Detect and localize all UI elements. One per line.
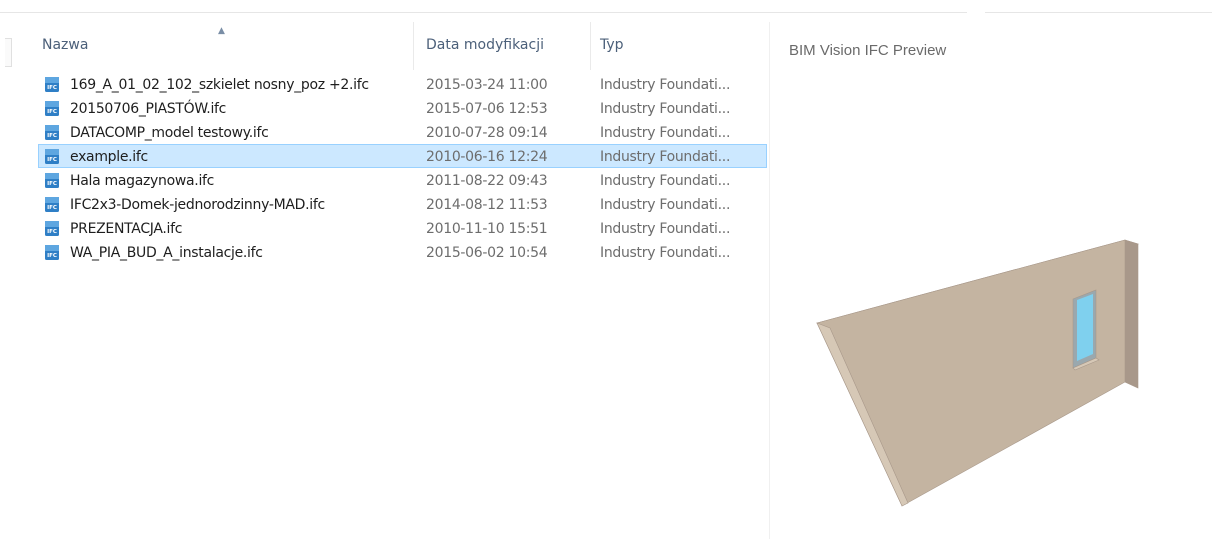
file-type: Industry Foundati... [600, 197, 731, 213]
column-header-type[interactable]: Typ [600, 22, 760, 70]
file-date-modified: 2010-06-16 12:24 [426, 149, 548, 165]
wall-3d-preview [816, 239, 1140, 507]
file-name: PREZENTACJA.ifc [70, 221, 183, 237]
file-type: Industry Foundati... [600, 125, 731, 141]
ifc-file-icon: IFC [45, 245, 59, 260]
column-header-date-modified[interactable]: Data modyfikacji [426, 22, 586, 70]
file-row[interactable]: IFC Hala magazynowa.ifc 2011-08-22 09:43 In… [38, 168, 767, 192]
ifc-file-icon: IFC [45, 197, 59, 212]
file-type: Industry Foundati... [600, 173, 731, 189]
window-glass [1077, 294, 1093, 361]
svg-text:IFC: IFC [47, 85, 57, 91]
ifc-file-icon: IFC [45, 125, 59, 140]
svg-text:IFC: IFC [47, 253, 57, 259]
file-type: Industry Foundati... [600, 245, 731, 261]
ifc-file-icon: IFC [45, 173, 59, 188]
file-name: IFC2x3-Domek-jednorodzinny-MAD.ifc [70, 197, 325, 213]
file-name: 20150706_PIASTÓW.ifc [70, 101, 227, 117]
wall-front-face [816, 239, 1126, 507]
svg-text:IFC: IFC [47, 205, 57, 211]
column-divider[interactable] [590, 22, 591, 70]
file-date-modified: 2015-07-06 12:53 [426, 101, 548, 117]
column-header-row: ▲ Nazwa Data modyfikacji Typ [38, 22, 769, 70]
file-date-modified: 2010-11-10 15:51 [426, 221, 548, 237]
file-date-modified: 2011-08-22 09:43 [426, 173, 548, 189]
search-box-edge [985, 12, 1212, 13]
svg-text:IFC: IFC [47, 133, 57, 139]
file-type: Industry Foundati... [600, 221, 731, 237]
preview-pane-divider[interactable] [769, 22, 770, 539]
file-name: 169_A_01_02_102_szkielet nosny_poz +2.if… [70, 77, 369, 93]
file-row[interactable]: IFC IFC2x3-Domek-jednorodzinny-MAD.ifc 201… [38, 192, 767, 216]
ifc-file-icon: IFC [45, 77, 59, 92]
ifc-file-icon: IFC [45, 149, 59, 164]
file-date-modified: 2015-03-24 11:00 [426, 77, 548, 93]
ifc-file-icon: IFC [45, 221, 59, 236]
file-date-modified: 2014-08-12 11:53 [426, 197, 548, 213]
file-list-view: ▲ Nazwa Data modyfikacji Typ IFC 169_A_01… [38, 22, 769, 539]
column-header-name[interactable]: Nazwa [42, 22, 412, 70]
file-date-modified: 2010-07-28 09:14 [426, 125, 548, 141]
file-date-modified: 2015-06-02 10:54 [426, 245, 548, 261]
file-row[interactable]: IFC example.ifc 2010-06-16 12:24 Industry F… [38, 144, 767, 168]
file-explorer-window: ▲ Nazwa Data modyfikacji Typ IFC 169_A_01… [0, 0, 1212, 539]
file-type: Industry Foundati... [600, 77, 731, 93]
svg-text:IFC: IFC [47, 181, 57, 187]
file-rows: IFC 169_A_01_02_102_szkielet nosny_poz +2… [38, 72, 769, 264]
preview-title: BIM Vision IFC Preview [789, 42, 947, 59]
file-row[interactable]: IFC 169_A_01_02_102_szkielet nosny_poz +2… [38, 72, 767, 96]
column-divider[interactable] [413, 22, 414, 70]
wall-side-face [1124, 239, 1139, 389]
svg-text:IFC: IFC [47, 229, 57, 235]
file-name: WA_PIA_BUD_A_instalacje.ifc [70, 245, 263, 261]
navigation-pane-edge[interactable] [5, 38, 12, 67]
ifc-file-icon: IFC [45, 101, 59, 116]
file-row[interactable]: IFC WA_PIA_BUD_A_instalacje.ifc 2015-06-02… [38, 240, 767, 264]
file-type: Industry Foundati... [600, 101, 731, 117]
svg-text:IFC: IFC [47, 157, 57, 163]
file-row[interactable]: IFC 20150706_PIASTÓW.ifc 2015-07-06 12:53 I… [38, 96, 767, 120]
file-name: DATACOMP_model testowy.ifc [70, 125, 269, 141]
file-row[interactable]: IFC DATACOMP_model testowy.ifc 2010-07-28 … [38, 120, 767, 144]
file-name: Hala magazynowa.ifc [70, 173, 215, 189]
file-type: Industry Foundati... [600, 149, 731, 165]
svg-text:IFC: IFC [47, 109, 57, 115]
toolbar-divider [0, 12, 967, 13]
file-name: example.ifc [70, 149, 148, 165]
file-row[interactable]: IFC PREZENTACJA.ifc 2010-11-10 15:51 Indust… [38, 216, 767, 240]
